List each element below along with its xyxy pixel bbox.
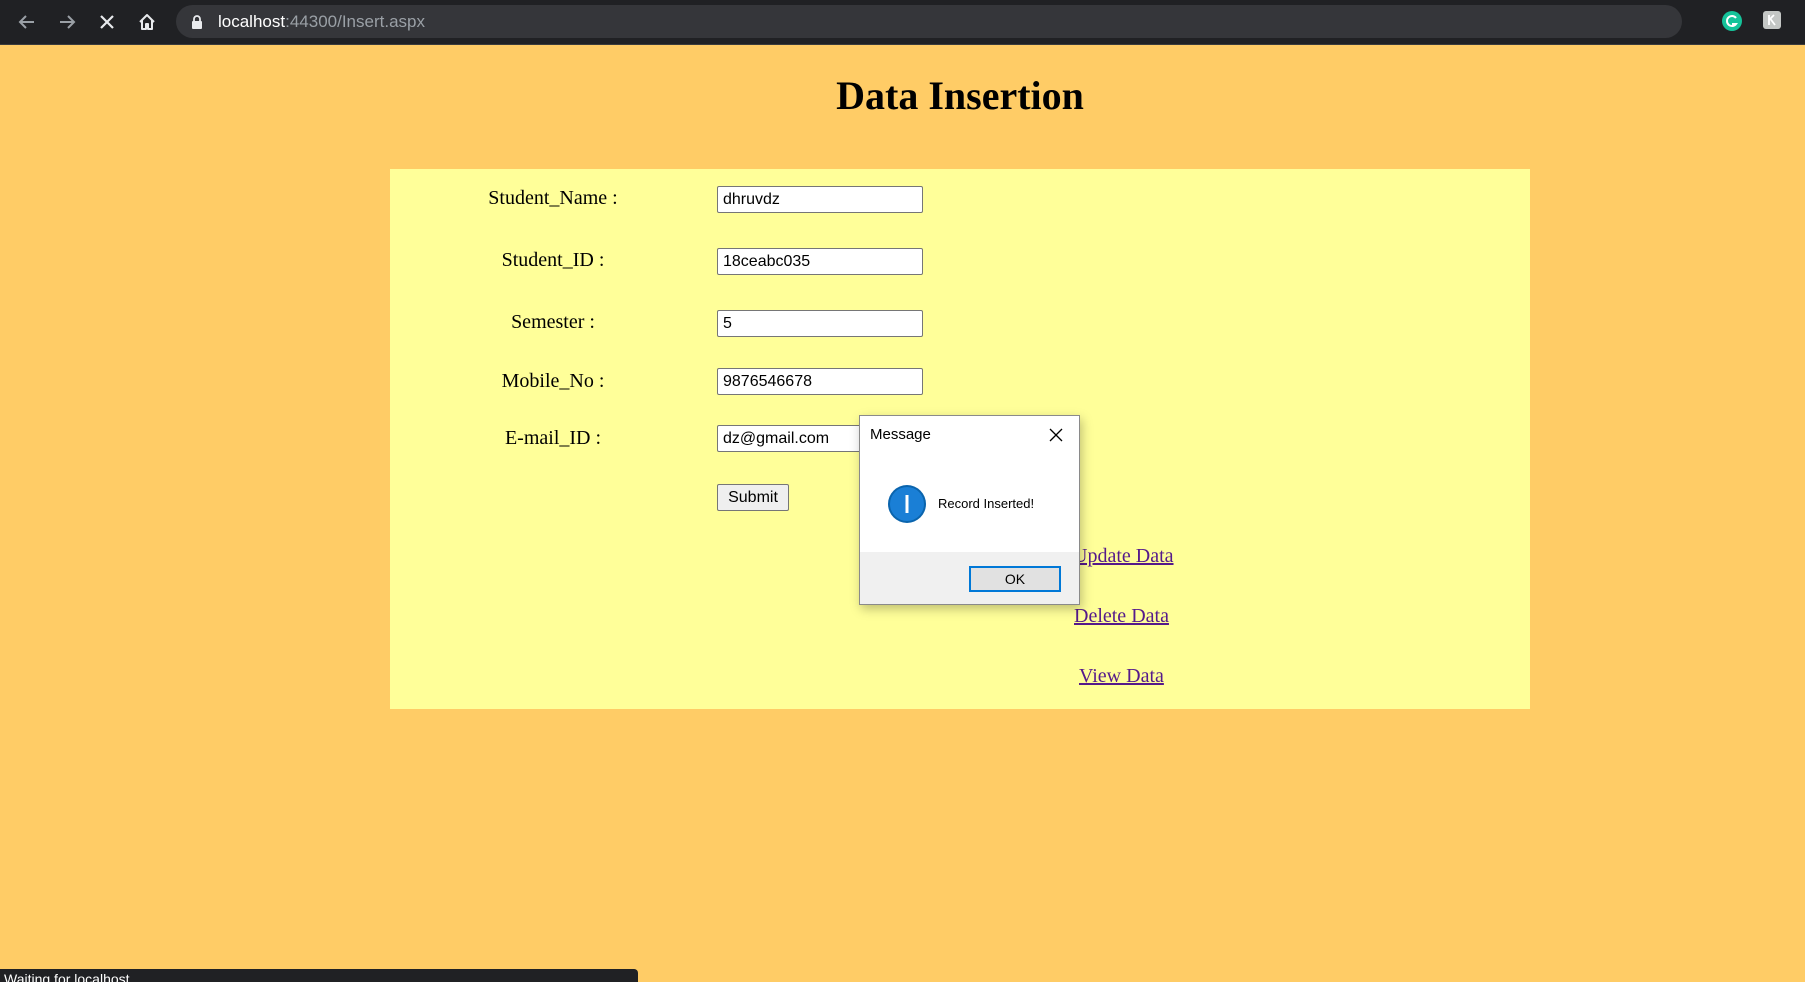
submit-button[interactable]: Submit (717, 484, 789, 511)
url-text[interactable]: localhost:44300/Insert.aspx (218, 11, 425, 32)
forward-arrow-icon (60, 15, 76, 29)
forward-button[interactable] (53, 8, 81, 36)
email-id-label: E-mail_ID : (504, 427, 602, 449)
url-host: localhost (218, 12, 286, 31)
mobile-no-label: Mobile_No : (501, 370, 605, 392)
student-name-label: Student_Name : (488, 187, 618, 209)
mobile-no-input[interactable] (717, 368, 923, 395)
update-data-link[interactable]: Update Data (1073, 545, 1174, 568)
lock-icon[interactable] (190, 14, 204, 30)
message-dialog: Message Record Inserted! OK (859, 415, 1080, 605)
home-icon (139, 14, 155, 30)
semester-label: Semester : (511, 311, 595, 333)
info-icon (888, 485, 926, 523)
student-name-input[interactable] (717, 186, 923, 213)
ok-button[interactable]: OK (969, 566, 1061, 592)
dialog-message: Record Inserted! (938, 496, 1035, 511)
home-button[interactable] (133, 8, 161, 36)
stop-loading-icon (100, 15, 114, 29)
close-icon[interactable] (1048, 427, 1064, 443)
student-id-input[interactable] (717, 248, 923, 275)
delete-data-link[interactable]: Delete Data (1074, 605, 1169, 628)
address-bar[interactable]: localhost:44300/Insert.aspx (176, 5, 1682, 38)
status-text: Waiting for localhost... (4, 971, 142, 982)
page-title: Data Insertion (836, 73, 1084, 118)
dialog-title: Message (870, 426, 931, 443)
student-id-label: Student_ID : (501, 249, 605, 271)
extension-icon[interactable] (1762, 10, 1782, 30)
back-arrow-icon (18, 15, 34, 29)
view-data-link[interactable]: View Data (1079, 665, 1164, 688)
stop-button[interactable] (93, 8, 121, 36)
url-path: :44300/Insert.aspx (285, 12, 425, 31)
grammarly-extension-icon[interactable] (1721, 10, 1743, 32)
dialog-footer: OK (860, 552, 1079, 604)
status-bar: Waiting for localhost... (0, 969, 638, 982)
browser-toolbar: localhost:44300/Insert.aspx (0, 0, 1805, 45)
semester-input[interactable] (717, 310, 923, 337)
back-button[interactable] (13, 8, 41, 36)
